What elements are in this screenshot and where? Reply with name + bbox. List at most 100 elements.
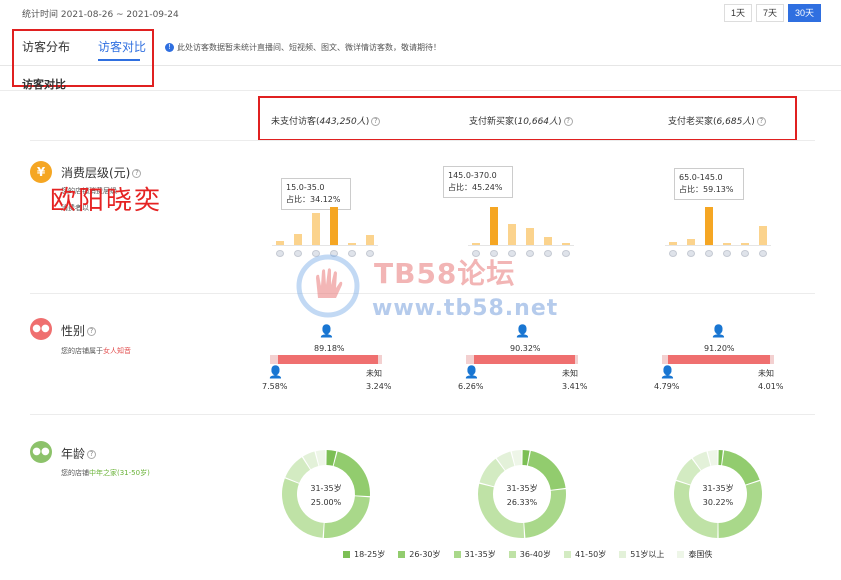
consumption-bar-chart bbox=[665, 207, 771, 257]
range-30d-button[interactable]: 30天 bbox=[787, 4, 821, 22]
coin-icon bbox=[544, 250, 552, 257]
help-icon[interactable]: ? bbox=[87, 327, 97, 336]
watermark-title: TB58论坛 bbox=[374, 257, 516, 290]
range-7d-button[interactable]: 7天 bbox=[755, 4, 784, 22]
help-icon[interactable]: ? bbox=[132, 169, 142, 178]
legend-item[interactable]: 41-50岁 bbox=[564, 549, 606, 560]
consumption-bar[interactable] bbox=[508, 224, 516, 245]
donut-value: 30.22% bbox=[703, 498, 734, 507]
unknown-value: 3.41% bbox=[562, 382, 588, 391]
info-icon: ! bbox=[165, 43, 174, 52]
consumption-bar[interactable] bbox=[490, 207, 498, 245]
donut-label: 31-35岁 bbox=[506, 483, 537, 493]
legend-swatch bbox=[508, 551, 516, 558]
female-value: 89.18% bbox=[314, 344, 345, 353]
gender-bar bbox=[662, 355, 774, 364]
unknown-value: 4.01% bbox=[758, 382, 784, 391]
donut-value: 25.00% bbox=[311, 498, 342, 507]
coin-icon bbox=[526, 250, 534, 257]
coin-icon bbox=[759, 250, 767, 257]
consumption-bar[interactable] bbox=[705, 207, 713, 245]
tb58-logo-icon bbox=[296, 254, 360, 318]
consumption-bar[interactable] bbox=[330, 207, 338, 245]
consumption-tooltip-3: 65.0-145.0 占比：59.13% bbox=[674, 168, 744, 200]
female-icon: 👤 bbox=[515, 324, 530, 338]
donut-label: 31-35岁 bbox=[702, 483, 733, 493]
legend-item[interactable]: 31-35岁 bbox=[453, 549, 496, 560]
legend-swatch bbox=[453, 551, 461, 558]
overlay-text: 欧阳晓奕 bbox=[50, 186, 163, 216]
legend-swatch bbox=[564, 551, 571, 558]
unknown-label: 未知 bbox=[758, 369, 774, 378]
legend-swatch bbox=[677, 551, 685, 558]
legend-swatch bbox=[619, 551, 627, 558]
legend-swatch bbox=[398, 551, 406, 558]
consumption-bar-chart bbox=[468, 207, 574, 257]
age-donut: 31-35岁 25.00% bbox=[282, 450, 370, 538]
unknown-label: 未知 bbox=[562, 369, 578, 378]
male-icon: 👤 bbox=[660, 365, 675, 379]
female-bar bbox=[474, 355, 575, 364]
female-value: 90.32% bbox=[510, 344, 541, 353]
yuan-icon: ¥ bbox=[30, 161, 52, 183]
male-value: 4.79% bbox=[654, 382, 680, 391]
female-bar bbox=[668, 355, 770, 364]
coin-icon bbox=[366, 250, 374, 257]
legend-item[interactable]: 18-25岁 bbox=[343, 549, 385, 560]
male-icon: 👤 bbox=[464, 365, 479, 379]
gender-label: 性别? bbox=[61, 322, 97, 339]
help-icon[interactable]: ? bbox=[563, 117, 573, 126]
column-header-unpaid: 未支付访客(443,250人)? bbox=[271, 114, 381, 127]
people-icon: ●● bbox=[30, 318, 52, 340]
coin-icon bbox=[723, 250, 731, 257]
notice: ! 此处访客数据暂未统计直播间、短视频、图文、微详情访客数，敬请期待！ bbox=[165, 42, 441, 53]
female-bar bbox=[278, 355, 378, 364]
divider bbox=[30, 293, 815, 294]
age-donut: 31-35岁 30.22% bbox=[674, 450, 762, 538]
female-icon: 👤 bbox=[711, 324, 726, 338]
donut-slice[interactable] bbox=[524, 489, 566, 538]
coin-icon bbox=[276, 250, 284, 257]
consumption-bar[interactable] bbox=[759, 226, 767, 245]
donut-label: 31-35岁 bbox=[310, 483, 341, 493]
age-sub: 您的店铺中年之家(31-50岁) bbox=[61, 469, 150, 477]
consumption-tooltip-1: 15.0-35.0 占比：34.12% bbox=[281, 178, 351, 210]
coin-icon bbox=[687, 250, 695, 257]
consumption-tooltip-2: 145.0-370.0 占比：45.24% bbox=[443, 166, 513, 198]
donut-slice[interactable] bbox=[718, 450, 723, 466]
coin-icon bbox=[562, 250, 570, 257]
family-icon: ●● bbox=[30, 441, 52, 463]
help-icon[interactable]: ? bbox=[87, 450, 97, 459]
legend-item[interactable]: 26-30岁 bbox=[398, 549, 441, 560]
gender-group: 👤 89.18% 👤 7.58% 未知 3.24% bbox=[262, 325, 392, 395]
consumption-bar-chart bbox=[272, 207, 378, 257]
period-text: 统计时间 2021-08-26 ~ 2021-09-24 bbox=[22, 10, 179, 20]
legend-item[interactable]: 36-40岁 bbox=[508, 549, 551, 560]
range-buttons: 1天 7天 30天 bbox=[720, 4, 821, 22]
help-icon[interactable]: ? bbox=[756, 117, 766, 126]
gender-group: 👤 91.20% 👤 4.79% 未知 4.01% bbox=[654, 325, 784, 395]
donut-slice[interactable] bbox=[722, 450, 760, 485]
coin-icon bbox=[669, 250, 677, 257]
coin-icon bbox=[741, 250, 749, 257]
consumption-bar[interactable] bbox=[544, 237, 552, 245]
help-icon[interactable]: ? bbox=[371, 117, 381, 126]
legend-item[interactable]: 51岁以上 bbox=[619, 549, 664, 560]
female-icon: 👤 bbox=[319, 324, 334, 338]
column-header-new-buyer: 支付新买家(10,664人)? bbox=[469, 114, 573, 127]
male-value: 6.26% bbox=[458, 382, 484, 391]
consumption-bar[interactable] bbox=[312, 213, 320, 245]
legend-item[interactable]: 泰国佚 bbox=[677, 549, 712, 560]
consumption-bar[interactable] bbox=[366, 235, 374, 245]
coin-icon bbox=[705, 250, 713, 257]
gender-group: 👤 90.32% 👤 6.26% 未知 3.41% bbox=[458, 325, 588, 395]
age-donut: 31-35岁 26.33% bbox=[478, 450, 566, 538]
consumption-label: 消费层级(元)? bbox=[61, 164, 142, 181]
divider bbox=[30, 140, 815, 141]
legend-swatch bbox=[343, 551, 350, 558]
divider bbox=[0, 90, 841, 91]
unknown-value: 3.24% bbox=[366, 382, 392, 391]
consumption-bar[interactable] bbox=[294, 234, 302, 245]
range-1d-button[interactable]: 1天 bbox=[723, 4, 752, 22]
consumption-bar[interactable] bbox=[526, 228, 534, 245]
